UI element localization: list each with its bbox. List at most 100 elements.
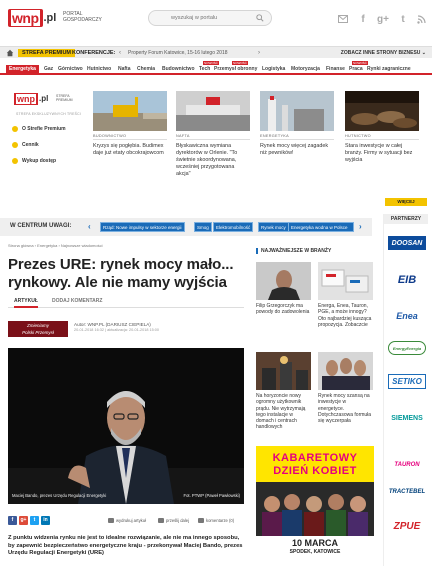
popular-item[interactable]: Filip Grzegorczyk ma powody do zadowolen…: [256, 262, 311, 316]
popular-item[interactable]: Rynek mocy szansą na inwestycje w energe…: [318, 352, 373, 424]
popular-image[interactable]: [318, 352, 373, 390]
popular-image[interactable]: [318, 262, 373, 300]
news-title[interactable]: Kryzys się pogłębia. Budimex daje już et…: [93, 143, 167, 157]
facebook-share-icon[interactable]: f: [8, 516, 17, 525]
news-image[interactable]: [345, 91, 419, 131]
partner-logo[interactable]: EIB: [388, 270, 426, 290]
category-item[interactable]: Chemia: [137, 65, 155, 73]
partner-logo[interactable]: Enea: [388, 306, 426, 326]
focus-tag[interactable]: Elektromobilność: [213, 222, 254, 232]
news-title[interactable]: Rynek mocy więcej zagadek niż pewników!: [260, 143, 334, 157]
category-item[interactable]: Nafta: [118, 65, 131, 73]
twitter-icon[interactable]: t: [396, 12, 410, 26]
send-article-button[interactable]: prześlij dalej: [158, 518, 189, 523]
premium-about-link[interactable]: O Strefie Premium: [12, 126, 66, 132]
news-thumbnail: [345, 91, 419, 131]
partner-logo[interactable]: SIEMENS: [388, 408, 426, 428]
print-article-button[interactable]: wydrukuj artykuł: [108, 518, 146, 523]
partner-logo[interactable]: TRACTEBEL: [388, 482, 426, 502]
chevron-left-icon[interactable]: ‹: [88, 222, 91, 231]
breadcrumb[interactable]: Strona główna › Energetyka › Najnowsze w…: [8, 243, 103, 248]
popular-title[interactable]: Rynek mocy szansą na inwestycje w energe…: [318, 393, 373, 424]
popular-image[interactable]: [256, 352, 311, 390]
photo-credit: Fot. PTWP (Paweł Pawłowski): [183, 493, 240, 498]
news-image[interactable]: [260, 91, 334, 131]
news-label: ENERGETYKA: [260, 134, 334, 140]
category-item[interactable]: Logistyka: [262, 65, 285, 73]
category-item[interactable]: Rynki zagraniczne: [367, 65, 411, 73]
partner-logo[interactable]: DOOSAN: [388, 236, 426, 250]
popular-item[interactable]: Na horyzoncie nowy ogromny użytkownik pr…: [256, 352, 311, 431]
category-item[interactable]: Motoryzacja: [291, 65, 320, 73]
category-item[interactable]: Hutnictwo: [87, 65, 111, 73]
tab-article[interactable]: ARTYKUŁ: [14, 298, 38, 308]
category-item[interactable]: Przemysł obronny: [214, 65, 257, 73]
action-label: prześlij dalej: [166, 518, 190, 523]
other-sites-dropdown[interactable]: ZOBACZ INNE STRONY BIZNESU ⌄: [341, 49, 426, 57]
premium-buy-link[interactable]: Wykup dostęp: [12, 158, 57, 164]
news-item[interactable]: ENERGETYKA Rynek mocy więcej zagadek niż…: [260, 91, 334, 157]
category-energetyka[interactable]: Energetyka: [6, 65, 39, 73]
more-news-button[interactable]: WIĘCEJ: [385, 198, 427, 206]
premium-logo[interactable]: wnp .pl: [14, 92, 48, 105]
category-item[interactable]: Finanse: [326, 65, 345, 73]
google-plus-icon[interactable]: g+: [376, 12, 390, 26]
ad-footer: 10 MARCA SPODEK, KATOWICE: [256, 536, 374, 556]
facebook-icon[interactable]: f: [356, 12, 370, 26]
category-item[interactable]: Gaz: [44, 65, 53, 73]
category-item[interactable]: Budownictwo: [162, 65, 195, 73]
news-image[interactable]: [93, 91, 167, 131]
popular-title[interactable]: Energa, Enea, Tauron, PGE, a może innogy…: [318, 303, 373, 328]
mail-icon: [158, 518, 164, 523]
mail-icon[interactable]: [336, 12, 350, 26]
popular-image[interactable]: [256, 262, 311, 300]
focus-tag[interactable]: Energetyka wodna w Polsce: [288, 222, 354, 232]
article-tabs: ARTYKUŁ DODAJ KOMENTARZ: [8, 296, 244, 308]
popular-section: NAJWAŻNIEJSZE W BRANŻY: [256, 248, 376, 254]
tab-add-comment[interactable]: DODAJ KOMENTARZ: [52, 298, 102, 304]
search-icon[interactable]: [256, 14, 264, 22]
google-plus-share-icon[interactable]: g+: [19, 516, 28, 525]
news-item[interactable]: NAFTA Błyskawiczna wymiana dyrektorów w …: [176, 91, 250, 178]
comments-button[interactable]: komentarze (0): [198, 518, 234, 523]
partner-logo[interactable]: ZPUE: [388, 516, 426, 536]
category-item[interactable]: Praca: [349, 65, 363, 73]
strefa-premium-link[interactable]: STREFA PREMIUM: [18, 49, 75, 57]
premium-pricing-link[interactable]: Cennik: [12, 142, 39, 148]
premium-logo-suffix: .pl: [39, 94, 49, 103]
twitter-share-icon[interactable]: t: [30, 516, 39, 525]
category-item[interactable]: Górnictwo: [58, 65, 83, 73]
partner-logo[interactable]: EnergyEnergia: [388, 341, 426, 355]
partner-logo[interactable]: SETIKO: [388, 374, 426, 389]
chevron-right-icon[interactable]: ›: [258, 49, 260, 57]
rss-icon[interactable]: [414, 12, 428, 26]
news-image[interactable]: [176, 91, 250, 131]
news-item[interactable]: HUTNICTWO Stara inwestycje w całej branż…: [345, 91, 419, 164]
new-badge: NOWOŚĆ: [352, 61, 368, 65]
partner-logo[interactable]: TAURON: [388, 442, 426, 470]
chevron-right-icon[interactable]: ›: [359, 222, 362, 231]
popular-item[interactable]: Energa, Enea, Tauron, PGE, a może innogy…: [318, 262, 373, 328]
site-logo[interactable]: wnp .pl: [8, 8, 56, 28]
news-title[interactable]: Błyskawiczna wymiana dyrektorów w Orleni…: [176, 143, 250, 178]
news-item[interactable]: BUDOWNICTWO Kryzys się pogłębia. Budimex…: [93, 91, 167, 157]
popular-title[interactable]: Na horyzoncie nowy ogromny użytkownik pr…: [256, 393, 311, 431]
linkedin-share-icon[interactable]: in: [41, 516, 50, 525]
focus-tag[interactable]: Rynek mocy: [258, 222, 289, 232]
home-icon[interactable]: [6, 49, 14, 57]
site-header: wnp .pl PORTAL GOSPODARCZY f g+ t: [0, 0, 432, 40]
popular-title[interactable]: Filip Grzegorczyk ma powody do zadowolen…: [256, 303, 311, 316]
premium-item-label: Wykup dostęp: [22, 158, 57, 164]
premium-item-label: Cennik: [22, 142, 39, 148]
focus-tag[interactable]: Smog: [194, 222, 212, 232]
conference-link[interactable]: Property Forum Katowice, 15-16 lutego 20…: [128, 49, 228, 57]
focus-tag[interactable]: Rząd: Nowe impulsy w sektorze energii: [100, 222, 185, 232]
category-item[interactable]: Tech: [199, 65, 210, 73]
chevron-left-icon[interactable]: ‹: [119, 49, 121, 57]
search-box: [148, 10, 272, 26]
advertisement[interactable]: KABARETOWY DZIEŃ KOBIET 10 MARCA SPODEK,…: [256, 446, 374, 556]
print-icon: [108, 518, 114, 523]
search-input[interactable]: [149, 11, 249, 25]
campaign-badge[interactable]: Zmieniamy Polski Przemysł: [8, 321, 68, 337]
news-title[interactable]: Stara inwestycje w całej branży. Firmy w…: [345, 143, 419, 164]
